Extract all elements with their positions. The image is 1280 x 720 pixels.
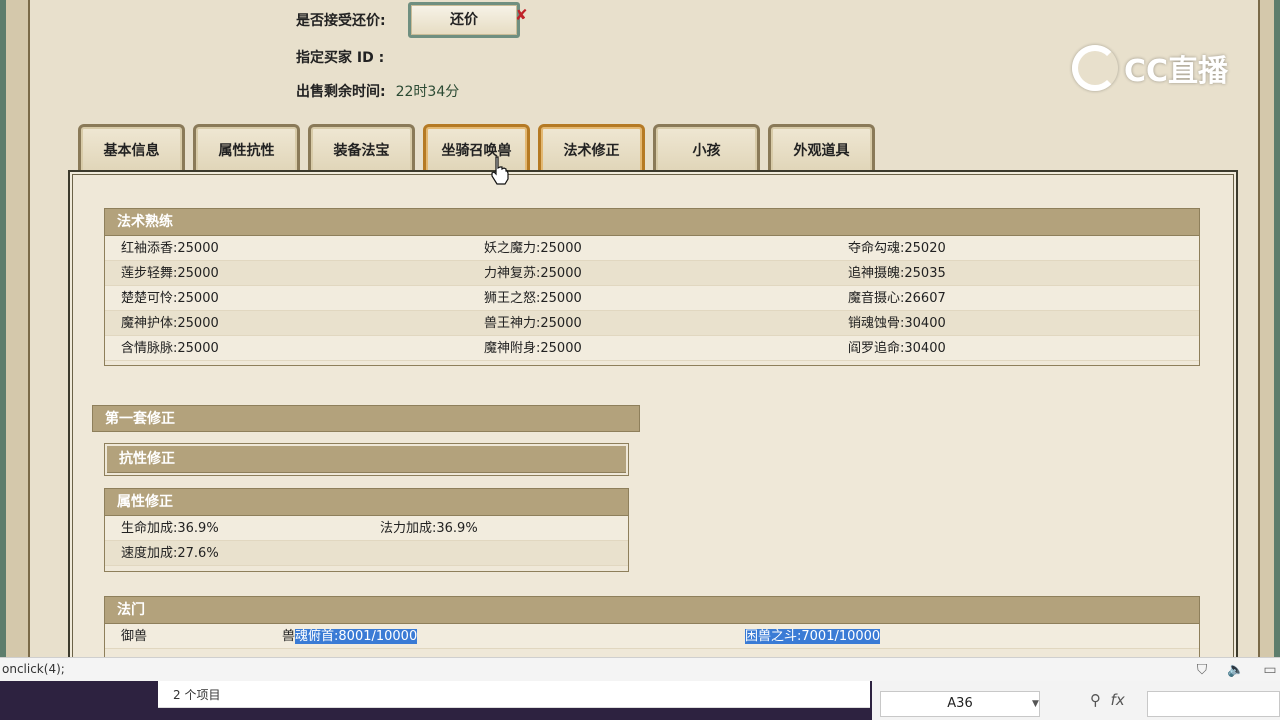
- table-cell: 狮王之怒:25000: [484, 291, 582, 306]
- attr-mod-title: 属性修正: [105, 489, 628, 516]
- remaining-time-value: 22时34分: [395, 84, 460, 100]
- remaining-time-row: 出售剩余时间: 22时34分: [296, 81, 459, 101]
- resist-mod-title: 抗性修正: [107, 446, 626, 473]
- shield-icon[interactable]: ⛉: [1192, 660, 1212, 680]
- selected-text: 魂俯首:8001/10000: [295, 629, 418, 644]
- chevron-down-icon[interactable]: ▼: [1032, 699, 1039, 709]
- spell-proficiency-title: 法术熟练: [105, 209, 1199, 236]
- formula-input[interactable]: [1147, 691, 1280, 717]
- tab-attributes-resist[interactable]: 属性抗性: [193, 124, 300, 172]
- selected-text: 困兽之斗:7001/10000: [745, 629, 881, 644]
- accept-haggle-label: 是否接受还价:: [296, 13, 386, 29]
- table-row: 红袖添香:25000 妖之魔力:25000 夺命勾魂:25020: [105, 236, 1199, 261]
- table-cell: 阎罗追命:30400: [848, 341, 946, 356]
- window-icon[interactable]: ▭: [1260, 660, 1280, 680]
- name-box[interactable]: A36: [880, 691, 1040, 717]
- table-cell: 速度加成:27.6%: [121, 546, 219, 561]
- cc-live-logo: CC直播: [1072, 40, 1242, 96]
- table-row: 生命加成:36.9% 法力加成:36.9%: [105, 516, 628, 541]
- table-cell: 生命加成:36.9%: [121, 521, 219, 536]
- game-trade-page: 是否接受还价: 还价 ✘ 指定买家 ID : 出售剩余时间: 22时34分 CC直…: [0, 0, 1280, 657]
- fx-icon[interactable]: fx: [1111, 691, 1125, 709]
- tab-basic-info[interactable]: 基本信息: [78, 124, 185, 172]
- school-prefix: 兽: [282, 629, 296, 644]
- zoom-icon[interactable]: ⚲: [1090, 691, 1101, 709]
- table-cell: 魔神护体:25000: [121, 316, 219, 331]
- table-cell: 兽魂俯首:8001/10000: [282, 624, 418, 649]
- table-cell: 魔音摄心:26607: [848, 291, 946, 306]
- buyer-id-label: 指定买家 ID :: [296, 50, 385, 66]
- table-row: 魔神护体:25000 兽王神力:25000 销魂蚀骨:30400: [105, 311, 1199, 336]
- table-cell: 红袖添香:25000: [121, 241, 219, 256]
- table-cell: 魔神附身:25000: [484, 341, 582, 356]
- table-row: 御兽 兽魂俯首:8001/10000 困兽之斗:7001/10000: [105, 624, 1199, 649]
- hand-cursor-icon: [491, 156, 509, 185]
- table-cell: 兽王神力:25000: [484, 316, 582, 331]
- table-row: 莲步轻舞:25000 力神复苏:25000 追神摄魄:25035: [105, 261, 1199, 286]
- speaker-icon[interactable]: 🔈: [1226, 660, 1246, 680]
- table-cell: 妖之魔力:25000: [484, 241, 582, 256]
- spreadsheet-formula-bar: A36 ▼ ⚲ fx: [872, 681, 1280, 720]
- haggle-button[interactable]: 还价: [408, 2, 520, 38]
- cross-mark-icon: ✘: [515, 6, 528, 24]
- file-explorer-status: 2 个项目: [158, 681, 870, 708]
- tab-appearance[interactable]: 外观道具: [768, 124, 875, 172]
- table-cell: 楚楚可怜:25000: [121, 291, 219, 306]
- tab-bar: 基本信息 属性抗性 装备法宝 坐骑召唤兽 法术修正 小孩 外观道具: [78, 124, 883, 172]
- attr-mod-section: 属性修正 生命加成:36.9% 法力加成:36.9% 速度加成:27.6%: [104, 488, 629, 572]
- table-cell: 销魂蚀骨:30400: [848, 316, 946, 331]
- table-cell: 含情脉脉:25000: [121, 341, 219, 356]
- status-text: onclick(4);: [2, 662, 65, 676]
- table-cell: 力神复苏:25000: [484, 266, 582, 281]
- spell-proficiency-section: 法术熟练 红袖添香:25000 妖之魔力:25000 夺命勾魂:25020 莲步…: [104, 208, 1200, 366]
- item-count: 2 个项目: [173, 688, 221, 702]
- left-frame-border: [0, 0, 34, 657]
- tab-spell-mods[interactable]: 法术修正: [538, 124, 645, 172]
- table-cell: 困兽之斗:7001/10000: [745, 624, 881, 649]
- school-section: 法门 御兽 兽魂俯首:8001/10000 困兽之斗:7001/10000: [104, 596, 1200, 657]
- formula-tools: ⚲ fx: [1090, 691, 1125, 709]
- table-row: 含情脉脉:25000 魔神附身:25000 阎罗追命:30400: [105, 336, 1199, 361]
- school-title: 法门: [105, 597, 1199, 624]
- tab-children[interactable]: 小孩: [653, 124, 760, 172]
- cc-logo-text: CC直播: [1124, 54, 1229, 89]
- mod-set-header: 第一套修正: [92, 405, 640, 432]
- status-bar: onclick(4); ⛉ 🔈 ▭: [0, 657, 1280, 681]
- table-cell: 追神摄魄:25035: [848, 266, 946, 281]
- remaining-time-label: 出售剩余时间:: [296, 84, 386, 100]
- resist-mod-section: 抗性修正: [104, 443, 629, 476]
- tab-equipment[interactable]: 装备法宝: [308, 124, 415, 172]
- table-cell: 莲步轻舞:25000: [121, 266, 219, 281]
- table-cell: 夺命勾魂:25020: [848, 241, 946, 256]
- table-row: 楚楚可怜:25000 狮王之怒:25000 魔音摄心:26607: [105, 286, 1199, 311]
- cc-logo-icon: [1072, 45, 1118, 91]
- table-row: 速度加成:27.6%: [105, 541, 628, 566]
- tab-mounts-pets[interactable]: 坐骑召唤兽: [423, 124, 530, 172]
- table-cell: 法力加成:36.9%: [380, 521, 478, 536]
- table-cell: 御兽: [121, 629, 148, 644]
- mod-set-title: 第一套修正: [92, 405, 640, 432]
- right-frame-border: [1258, 0, 1280, 657]
